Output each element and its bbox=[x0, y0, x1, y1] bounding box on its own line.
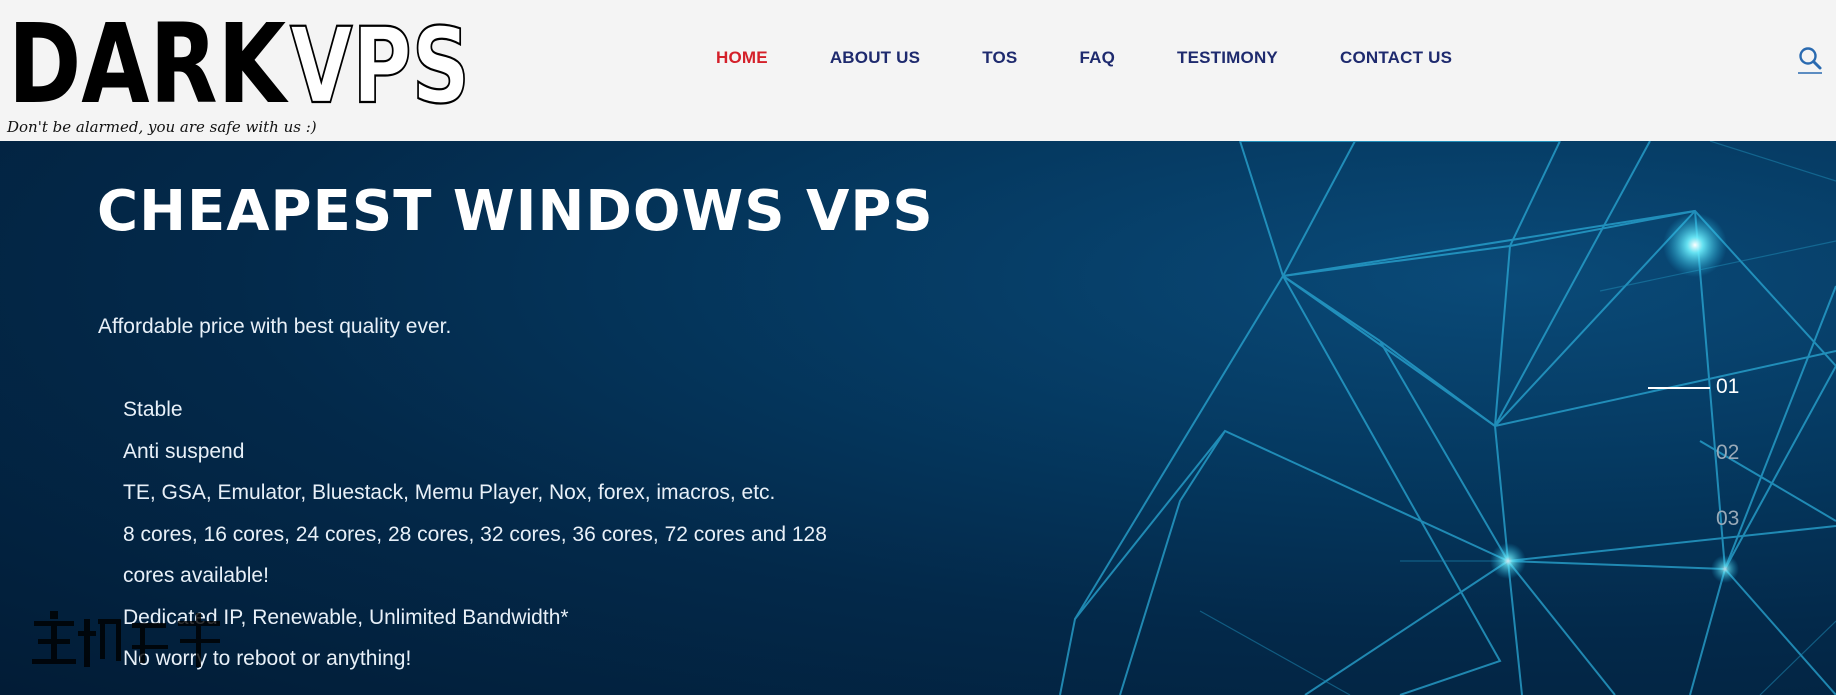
search-icon bbox=[1798, 47, 1822, 74]
slide-tab-02[interactable]: 02 bbox=[1716, 441, 1756, 465]
main-nav: HOME ABOUT US TOS FAQ TESTIMONY CONTACT … bbox=[716, 48, 1452, 72]
hero-slider: CHEAPEST WINDOWS VPS Affordable price wi… bbox=[0, 141, 1836, 695]
nav-faq[interactable]: FAQ bbox=[1079, 48, 1115, 72]
search-button[interactable] bbox=[1797, 46, 1823, 76]
site-header: DARK VPS Don't be alarmed, you are safe … bbox=[0, 0, 1836, 141]
slide-tab-01[interactable]: 01 bbox=[1716, 375, 1756, 399]
feature-item: Stable bbox=[123, 398, 183, 421]
feature-item: Anti suspend bbox=[123, 439, 245, 463]
nav-about-us[interactable]: ABOUT US bbox=[830, 48, 920, 72]
feature-item: 8 cores, 16 cores, 24 cores, 28 cores, 3… bbox=[123, 522, 827, 588]
hero-subtitle: Affordable price with best quality ever. bbox=[98, 315, 452, 338]
hero-title: CHEAPEST WINDOWS VPS bbox=[97, 179, 934, 244]
tagline: Don't be alarmed, you are safe with us :… bbox=[7, 118, 317, 136]
logo-text-vps: VPS bbox=[290, 10, 470, 110]
logo-text-dark: DARK bbox=[8, 10, 289, 110]
feature-item: TE, GSA, Emulator, Bluestack, Memu Playe… bbox=[123, 481, 776, 504]
nav-testimony[interactable]: TESTIMONY bbox=[1177, 48, 1278, 72]
slide-tab-03[interactable]: 03 bbox=[1716, 507, 1756, 531]
nav-tos[interactable]: TOS bbox=[982, 48, 1017, 72]
logo-mark: DARK VPS bbox=[8, 10, 471, 110]
logo[interactable]: DARK VPS Don't be alarmed, you are safe … bbox=[6, 10, 476, 136]
watermark-logo bbox=[32, 611, 220, 667]
active-slide-indicator bbox=[1648, 387, 1710, 389]
nav-contact-us[interactable]: CONTACT US bbox=[1340, 48, 1452, 72]
nav-home[interactable]: HOME bbox=[716, 48, 768, 72]
